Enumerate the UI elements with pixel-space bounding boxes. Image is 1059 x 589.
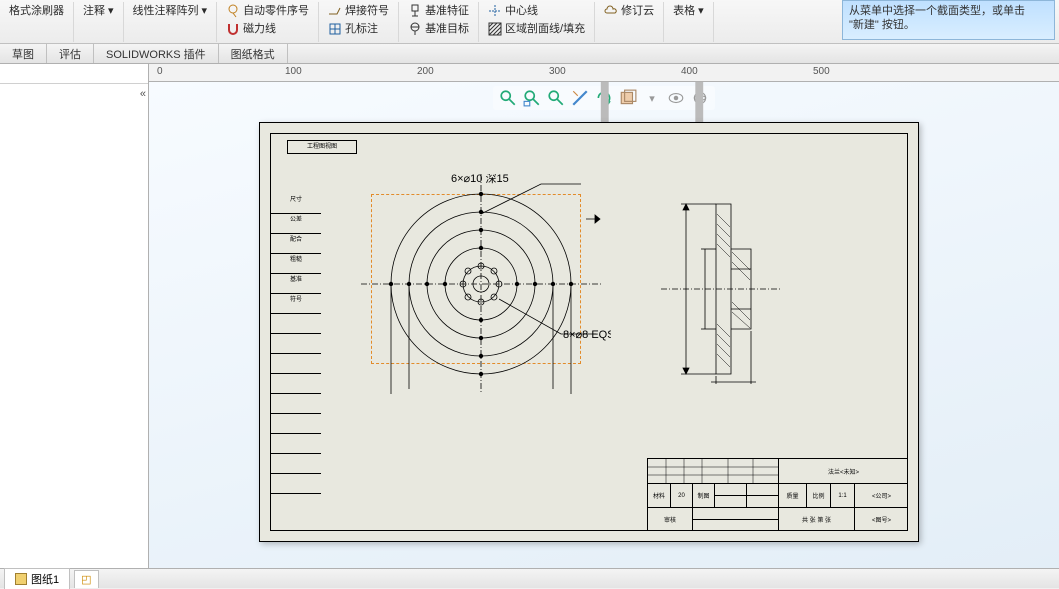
svg-text:8×⌀8 EQS: 8×⌀8 EQS [563, 329, 611, 341]
hole-callout-button[interactable]: 孔标注 [325, 20, 392, 38]
hint-line1: 从菜单中选择一个截面类型，或单击 [849, 4, 1048, 18]
add-sheet-icon: ◰ [81, 573, 91, 586]
sheet1-tab[interactable]: 图纸1 [4, 568, 70, 589]
front-view[interactable]: 6×⌀10 深15 8×⌀8 EQS [351, 174, 611, 394]
add-sheet-button[interactable]: ◰ [74, 570, 98, 588]
linear-pattern-button[interactable]: 线性注释阵列 ▾ [130, 2, 211, 20]
datum-target-button[interactable]: 基准目标 [405, 20, 472, 38]
auto-balloon-button[interactable]: 自动零件序号 [223, 2, 312, 20]
weld-icon [328, 4, 342, 18]
horizontal-ruler: 0 100 200 300 400 500 [149, 64, 1059, 82]
datum-feature-button[interactable]: 基准特征 [405, 2, 472, 20]
hint-line2: "新建" 按钮。 [849, 18, 1048, 32]
area-hatch-button[interactable]: 区域剖面线/填充 [485, 20, 588, 38]
view-label: 工程图视图 [287, 140, 357, 154]
dimension-column: 尺寸公差配合 粗糙基准符号 [271, 194, 321, 494]
sheet-border: 工程图视图 尺寸公差配合 粗糙基准符号 [270, 133, 908, 531]
ribbon: 格式涂刷器 注释 ▾ 线性注释阵列 ▾ 自动零件序号 磁力线 焊接符号 [0, 0, 1059, 44]
collapse-tree-icon[interactable]: « [140, 88, 146, 100]
cloud-icon [604, 4, 618, 18]
magnetic-line-button[interactable]: 磁力线 [223, 20, 312, 38]
sheet-tabs-bar: 图纸1 ◰ [0, 568, 1059, 588]
tab-evaluate[interactable]: 评估 [47, 44, 94, 63]
zoom-previous-icon[interactable] [547, 89, 565, 107]
tab-sketch[interactable]: 草图 [0, 44, 47, 63]
command-tabstrip: 草图 评估 SOLIDWORKS 插件 图纸格式 [0, 44, 1059, 64]
sheet-icon [15, 573, 27, 585]
format-painter-button[interactable]: 格式涂刷器 [6, 2, 67, 20]
datum-target-icon [408, 22, 422, 36]
hole-icon [328, 22, 342, 36]
zoom-area-icon[interactable] [499, 89, 517, 107]
annotation-button[interactable]: 注释 ▾ [80, 2, 117, 20]
title-block: 法兰<未知> 材料 20 制图 质量 比例 1:1 <公司> 审核 共 张 第 … [647, 458, 907, 530]
centerline-button[interactable]: 中心线 [485, 2, 588, 20]
section-view-icon[interactable] [571, 89, 589, 107]
tab-sheet-format[interactable]: 图纸格式 [219, 44, 288, 63]
weld-symbol-button[interactable]: 焊接符号 [325, 2, 392, 20]
hide-show-icon[interactable]: ▾ [643, 89, 661, 107]
side-view[interactable] [661, 194, 781, 384]
revision-cloud-button[interactable]: 修订云 [601, 2, 657, 20]
feature-search[interactable] [0, 64, 148, 84]
svg-text:6×⌀10 深15: 6×⌀10 深15 [451, 174, 509, 185]
tables-button[interactable]: 表格 ▾ [670, 2, 707, 20]
zoom-fit-icon[interactable] [523, 89, 541, 107]
tab-addins[interactable]: SOLIDWORKS 插件 [94, 44, 219, 63]
drawing-sheet[interactable]: 工程图视图 尺寸公差配合 粗糙基准符号 [259, 122, 919, 542]
hatch-icon [488, 22, 502, 36]
centerline-icon [488, 4, 502, 18]
feature-manager-pane[interactable]: « [0, 64, 149, 568]
datum-feature-icon [408, 4, 422, 18]
magnet-icon [226, 22, 240, 36]
section-type-hint-panel: 从菜单中选择一个截面类型，或单击 "新建" 按钮。 [842, 0, 1055, 40]
balloon-icon [226, 4, 240, 18]
graphics-area[interactable]: ▾ 工程图视图 尺寸公差配合 粗糙基准符号 [149, 82, 1059, 568]
heads-up-toolbar: ▾ [493, 86, 715, 110]
